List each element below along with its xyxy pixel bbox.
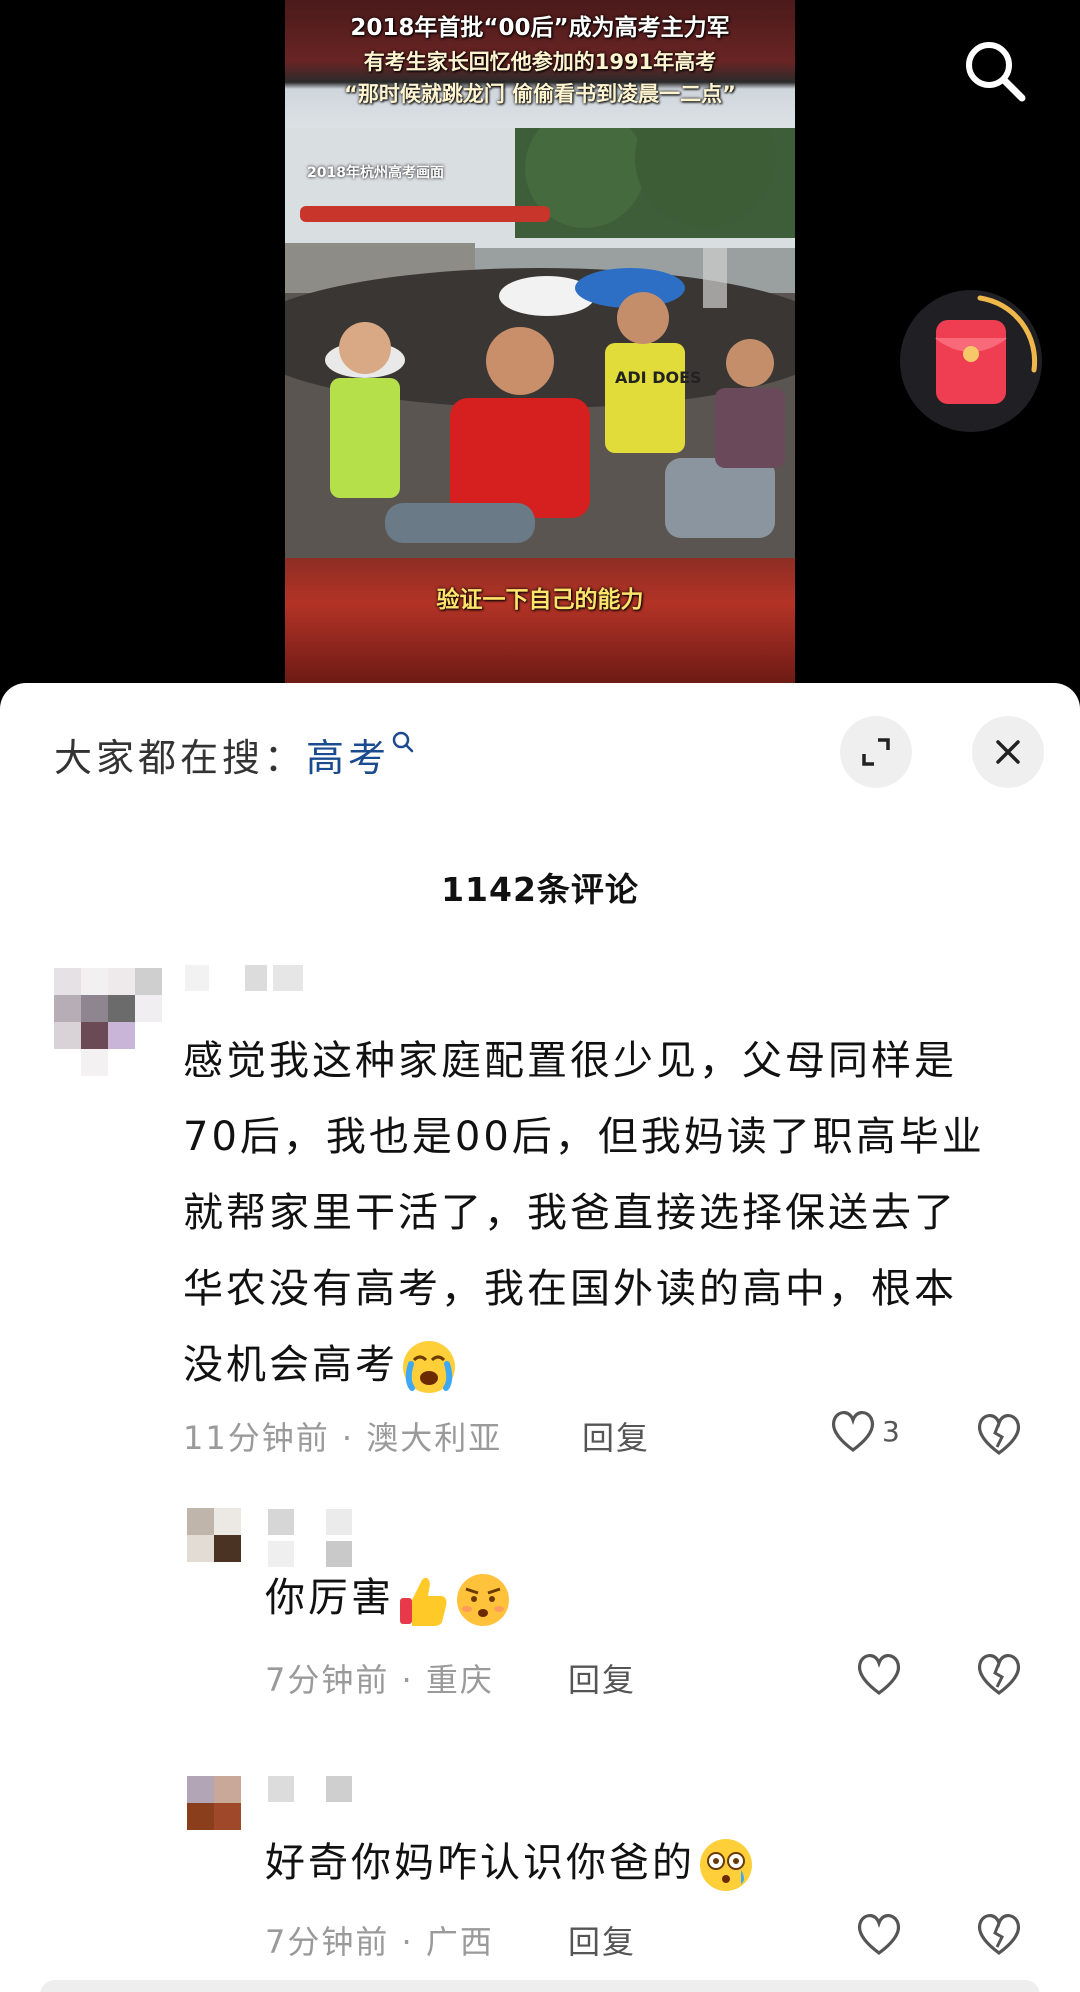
heart-icon [831,1411,875,1452]
comment-input-bar[interactable] [40,1980,1040,1992]
trending-search-label: 大家都在搜： [54,736,307,780]
username-blurred[interactable] [268,1509,358,1567]
thumbs-up-emoji [400,1577,447,1626]
broken-heart-icon [977,1414,1021,1455]
expand-icon [862,738,890,766]
video-title-line-2: 有考生家长回忆他参加的1991年高考 [363,50,717,74]
crying-face-emoji [403,1341,455,1393]
video-location-caption: 2018年杭州高考画面 [307,165,444,181]
reply-text-content: 好奇你妈咋认识你爸的 [265,1840,695,1886]
username-blurred[interactable] [268,1776,352,1802]
avatar[interactable] [54,968,162,1076]
reply-meta: 7分钟前 · 重庆 [265,1661,494,1699]
comment-meta: 11分钟前 · 澳大利亚 [183,1419,503,1457]
reply-button[interactable]: 回复 [582,1413,650,1459]
reply-button[interactable]: 回复 [568,1917,636,1963]
avatar[interactable] [187,1776,241,1830]
comment-line: 70后，我也是00后，但我妈读了职高毕业 [183,1114,985,1160]
shirt-print-text: ADI DOES [615,368,702,387]
frowning-face-emoji [457,1574,509,1626]
red-envelope-button[interactable] [900,290,1042,432]
reply-button[interactable]: 回复 [568,1655,636,1701]
close-button[interactable] [972,716,1044,788]
avatar[interactable] [187,1508,241,1562]
video-frame[interactable]: ADI DOES 2018年首批“00后”成为高考主力军 有考生家长回忆他参加的… [285,0,795,685]
trending-search-keyword[interactable]: 高考 [306,736,390,780]
comment-line: 就帮家里干活了，我爸直接选择保送去了 [183,1190,957,1236]
like-button[interactable] [854,1651,904,1697]
dislike-button[interactable] [974,1411,1024,1461]
username-blurred[interactable] [185,965,303,991]
keyword-search-icon[interactable] [390,729,416,755]
like-button[interactable]: 3 [828,1408,900,1454]
trending-search-prompt[interactable]: 大家都在搜：高考 [54,727,416,782]
video-subtitle: 验证一下自己的能力 [436,587,644,613]
comment-text: 感觉我这种家庭配置很少见，父母同样是 70后，我也是00后，但我妈读了职高毕业 … [183,1023,985,1403]
broken-heart-icon [977,1914,1021,1955]
reply-text: 好奇你妈咋认识你爸的 [265,1828,757,1898]
close-icon [996,740,1020,764]
expand-button[interactable] [840,716,912,788]
heart-icon [857,1654,901,1695]
like-count: 3 [882,1414,900,1448]
like-button[interactable] [854,1911,904,1957]
dislike-button[interactable] [974,1911,1024,1961]
reply-text: 你厉害 [265,1563,514,1633]
video-player[interactable]: ADI DOES 2018年首批“00后”成为高考主力军 有考生家长回忆他参加的… [0,0,1080,700]
search-icon[interactable] [960,36,1030,106]
broken-heart-icon [977,1654,1021,1695]
video-title-line-1: 2018年首批“00后”成为高考主力军 [350,15,730,41]
comment-line: 没机会高考 [183,1342,398,1388]
video-scene-image: ADI DOES [285,88,795,558]
red-envelope-icon [935,295,1038,404]
comment-line: 感觉我这种家庭配置很少见，父母同样是 [183,1038,957,1084]
reply-text-content: 你厉害 [265,1575,394,1621]
comment-count: 1142条评论 [441,870,639,909]
video-title-line-3: “那时候就跳龙门 偷偷看书到凌晨一二点” [344,82,736,106]
comment-line: 华农没有高考，我在国外读的高中，根本 [183,1266,957,1312]
flushed-face-emoji [700,1839,752,1891]
reply-meta: 7分钟前 · 广西 [265,1923,494,1961]
heart-icon [857,1914,901,1955]
dislike-button[interactable] [974,1651,1024,1701]
comments-panel: 大家都在搜：高考 1142条评论 感觉我这种家庭配置很少见，父母同样是 70后，… [0,683,1080,1992]
